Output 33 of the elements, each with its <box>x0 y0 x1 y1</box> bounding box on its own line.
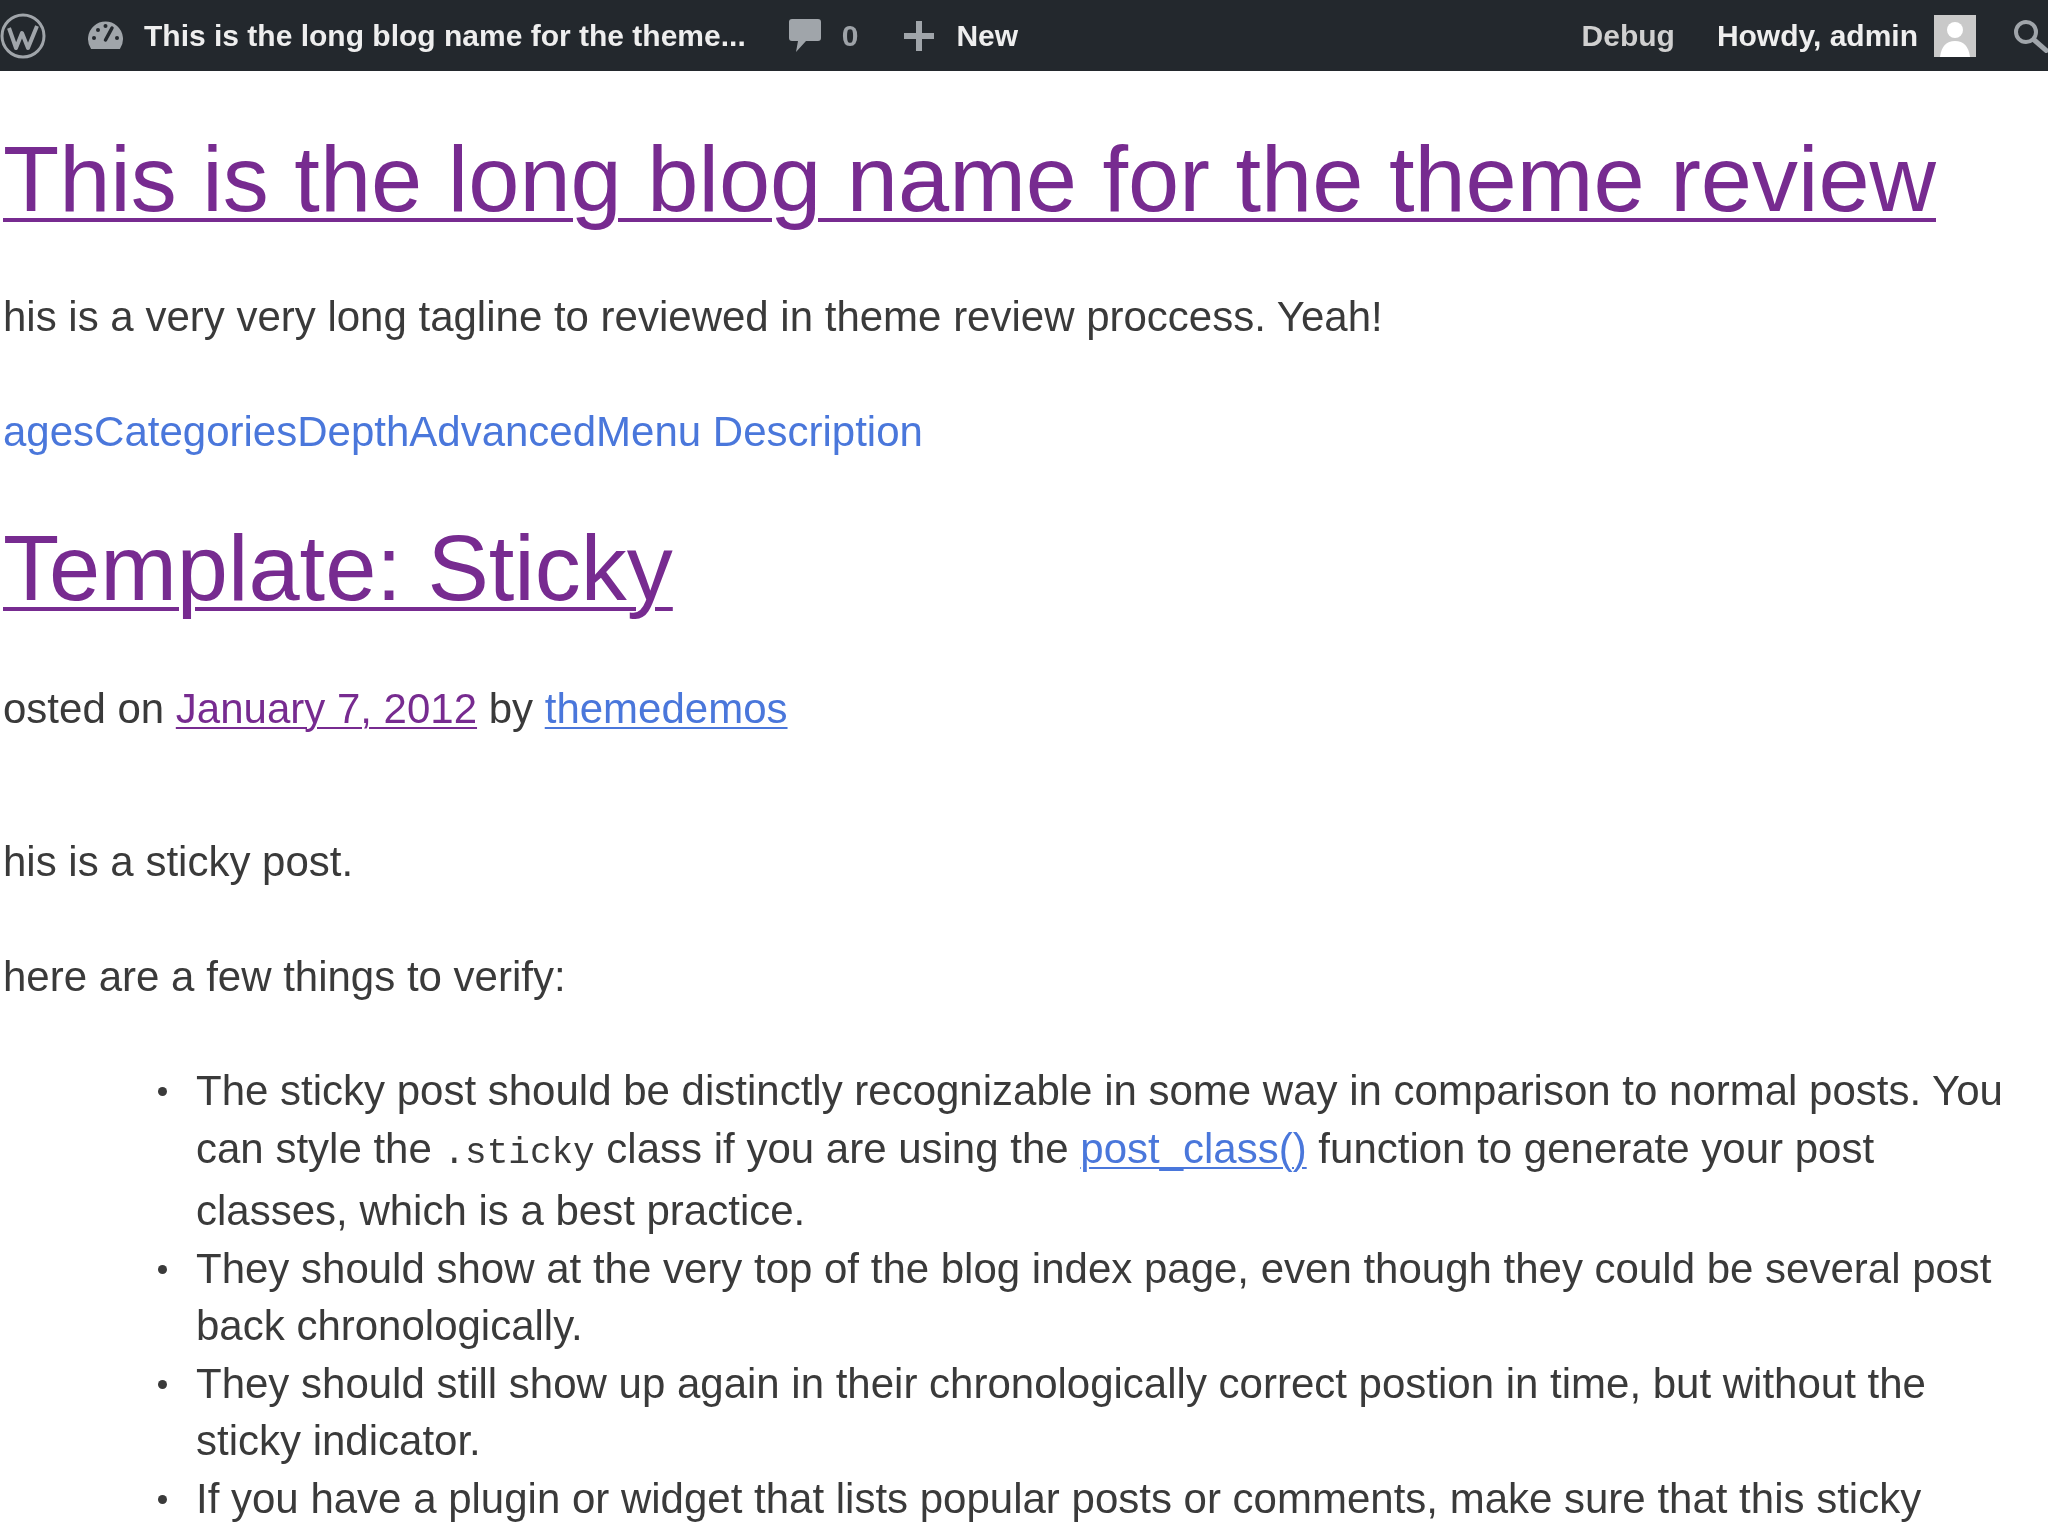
new-content-link[interactable]: New <box>902 18 1019 53</box>
site-name-link[interactable]: This is the long blog name for the theme... <box>86 18 746 53</box>
list-item-text: They should show at the very top of the blog index page, even though they could be several post back chronologically. <box>196 1243 1993 1351</box>
bullet-icon <box>158 1087 167 1096</box>
search-icon[interactable] <box>2012 18 2048 53</box>
account-menu-link[interactable]: Howdy, admin <box>1716 14 1976 57</box>
list-item-text: They should still show up again in their chronologically correct postion in time, but without the sticky indicator. <box>196 1358 1927 1466</box>
avatar-icon <box>1934 14 1976 57</box>
debug-link[interactable]: Debug <box>1581 18 1675 53</box>
site-tagline: his is a very very long tagline to reviewed in theme review proccess. Yeah! <box>3 292 1384 342</box>
post-meta: osted on January 7, 2012 by themedemos <box>3 684 789 734</box>
plus-icon <box>902 18 937 53</box>
inline-link[interactable]: post_class() <box>1080 1124 1307 1172</box>
post-paragraph: here are a few things to verify: <box>3 952 567 1002</box>
bullet-icon <box>158 1379 167 1389</box>
menu-link[interactable]: Menu Description <box>596 403 923 460</box>
bullet-icon <box>158 1264 167 1274</box>
menu-link[interactable]: Advanced <box>409 403 597 460</box>
author-link[interactable]: themedemos <box>544 685 788 732</box>
bullet-icon <box>158 1494 167 1504</box>
speech-bubble-icon <box>787 17 822 54</box>
gauge-icon <box>86 21 125 50</box>
date-link[interactable]: January 7, 2012 <box>175 685 478 732</box>
post-paragraph: his is a sticky post. <box>3 837 355 887</box>
site-title-link[interactable]: This is the long blog name for the theme review <box>3 128 1936 230</box>
logo-icon[interactable] <box>0 12 46 59</box>
comments-link[interactable]: 0 <box>787 17 859 54</box>
menu-link[interactable]: Depth <box>297 403 410 460</box>
menu-link[interactable]: Categories <box>94 403 298 460</box>
menu-link[interactable]: ages <box>3 403 95 460</box>
list-item-text: If you have a plugin or widget that lists popular posts or comments, make sure that this sticky <box>196 1473 1923 1524</box>
post-title-link[interactable]: Template: Sticky <box>3 517 673 619</box>
list-item-text: The sticky post should be distinctly recognizable in some way in comparison to normal posts. You can style the .sticky class if you are using the post_class() function to generate your post classes, which is a best practice. <box>196 1066 2004 1236</box>
